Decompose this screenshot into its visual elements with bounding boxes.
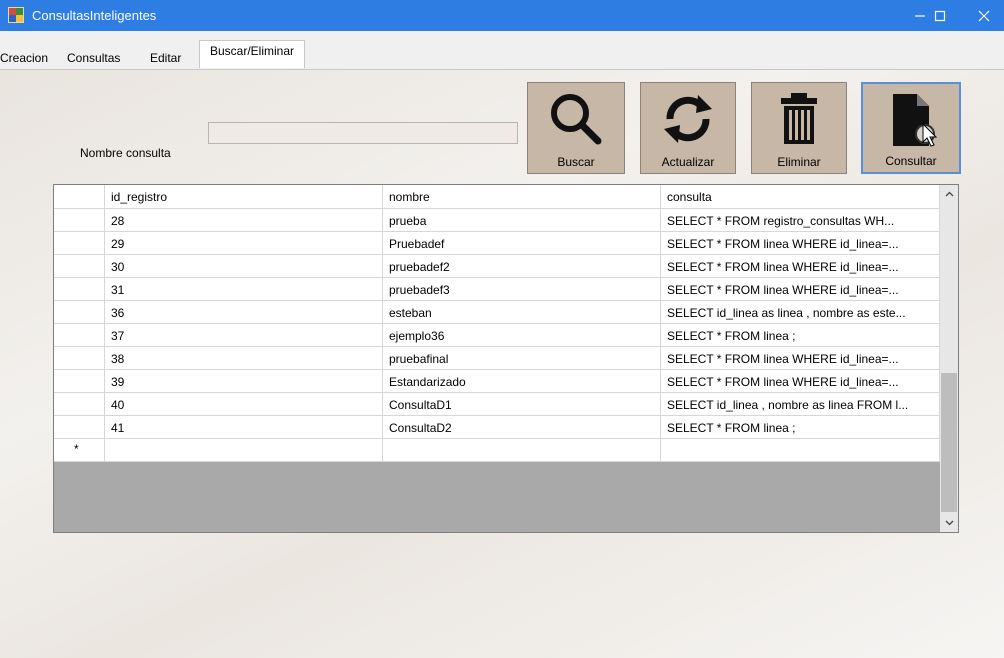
consultar-button[interactable]: Consultar (861, 82, 961, 174)
title-bar: ConsultasInteligentes (0, 0, 1004, 31)
row-header[interactable] (54, 416, 105, 439)
cell-id-registro[interactable]: 41 (105, 416, 383, 439)
cell-consulta[interactable]: SELECT * FROM linea ; (661, 416, 940, 439)
nombre-consulta-input[interactable] (208, 122, 518, 144)
cell-nombre[interactable]: ConsultaD1 (383, 393, 661, 416)
nombre-consulta-label: Nombre consulta (80, 146, 171, 160)
close-button[interactable] (964, 0, 1004, 31)
column-header-id-registro[interactable]: id_registro (105, 185, 383, 209)
cell-consulta[interactable]: SELECT id_linea , nombre as linea FROM l… (661, 393, 940, 416)
row-header[interactable] (54, 209, 105, 232)
window-title: ConsultasInteligentes (32, 8, 157, 23)
cell-consulta[interactable]: SELECT * FROM linea WHERE id_linea=... (661, 370, 940, 393)
row-header[interactable] (54, 255, 105, 278)
maximize-icon (934, 10, 946, 21)
cell-id-registro[interactable]: 37 (105, 324, 383, 347)
cell-nombre[interactable]: Estandarizado (383, 370, 661, 393)
column-header-consulta[interactable]: consulta (661, 185, 940, 209)
results-grid[interactable]: id_registro nombre consulta 28 prueba SELE… (53, 184, 959, 533)
new-row-cell[interactable] (105, 439, 383, 462)
scroll-down-button[interactable] (940, 514, 958, 532)
cell-nombre[interactable]: Pruebadef (383, 232, 661, 255)
new-row-cell[interactable] (383, 439, 661, 462)
row-header[interactable] (54, 301, 105, 324)
cell-id-registro[interactable]: 40 (105, 393, 383, 416)
cell-nombre[interactable]: ejemplo36 (383, 324, 661, 347)
row-header[interactable] (54, 232, 105, 255)
cell-id-registro[interactable]: 31 (105, 278, 383, 301)
row-header[interactable] (54, 393, 105, 416)
cell-consulta[interactable]: SELECT * FROM registro_consultas WH... (661, 209, 940, 232)
cell-consulta[interactable]: SELECT * FROM linea WHERE id_linea=... (661, 347, 940, 370)
chevron-down-icon (945, 520, 953, 526)
cell-id-registro[interactable]: 39 (105, 370, 383, 393)
cell-nombre[interactable]: prueba (383, 209, 661, 232)
cell-id-registro[interactable]: 38 (105, 347, 383, 370)
scroll-up-button[interactable] (940, 185, 958, 203)
scrollbar-thumb[interactable] (941, 373, 957, 512)
tab-creacion[interactable]: Creacion (0, 51, 48, 65)
app-icon (8, 7, 24, 23)
cell-nombre[interactable]: ConsultaD2 (383, 416, 661, 439)
cell-id-registro[interactable]: 29 (105, 232, 383, 255)
corner-header (54, 185, 105, 209)
refresh-icon (664, 95, 712, 143)
grid-body: id_registro nombre consulta 28 prueba SELE… (54, 185, 940, 532)
cell-consulta[interactable]: SELECT id_linea as linea , nombre as est… (661, 301, 940, 324)
new-row-header[interactable]: * (54, 439, 105, 462)
tab-consultas[interactable]: Consultas (67, 51, 120, 65)
cell-consulta[interactable]: SELECT * FROM linea WHERE id_linea=... (661, 255, 940, 278)
row-header[interactable] (54, 347, 105, 370)
row-header[interactable] (54, 324, 105, 347)
buscar-label: Buscar (557, 155, 595, 169)
row-header[interactable] (54, 278, 105, 301)
column-header-nombre[interactable]: nombre (383, 185, 661, 209)
actualizar-button[interactable]: Actualizar (640, 82, 736, 174)
new-row-marker: * (74, 442, 79, 456)
cell-id-registro[interactable]: 36 (105, 301, 383, 324)
tab-strip: Creacion Consultas Editar Buscar/Elimina… (0, 40, 1004, 69)
cell-consulta[interactable]: SELECT * FROM linea WHERE id_linea=... (661, 278, 940, 301)
cell-nombre[interactable]: pruebafinal (383, 347, 661, 370)
close-icon (978, 10, 990, 21)
new-row-cell[interactable] (661, 439, 940, 462)
trash-icon (781, 93, 817, 144)
buscar-button[interactable]: Buscar (527, 82, 625, 174)
eliminar-label: Eliminar (777, 155, 821, 169)
cell-nombre[interactable]: pruebadef2 (383, 255, 661, 278)
maximize-button[interactable] (918, 0, 962, 31)
cell-nombre[interactable]: esteban (383, 301, 661, 324)
chevron-up-icon (945, 191, 953, 197)
eliminar-button[interactable]: Eliminar (751, 82, 847, 174)
cell-nombre[interactable]: pruebadef3 (383, 278, 661, 301)
tab-editar[interactable]: Editar (150, 51, 181, 65)
actualizar-label: Actualizar (661, 155, 715, 169)
cell-id-registro[interactable]: 30 (105, 255, 383, 278)
tab-buscar-eliminar[interactable]: Buscar/Eliminar (199, 40, 305, 68)
search-icon (551, 94, 602, 145)
row-header[interactable] (54, 370, 105, 393)
cell-consulta[interactable]: SELECT * FROM linea ; (661, 324, 940, 347)
cell-consulta[interactable]: SELECT * FROM linea WHERE id_linea=... (661, 232, 940, 255)
vertical-scrollbar[interactable] (940, 185, 958, 532)
cell-id-registro[interactable]: 28 (105, 209, 383, 232)
consultar-label: Consultar (885, 154, 937, 168)
document-search-icon (893, 94, 938, 147)
